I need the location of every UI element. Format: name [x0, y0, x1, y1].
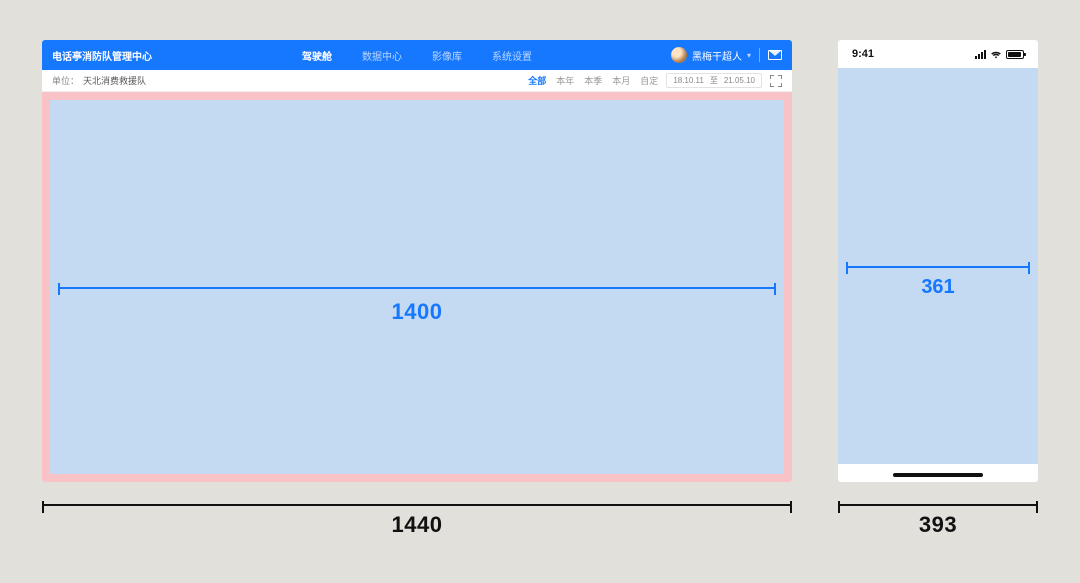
mobile-safe-area: 361: [838, 68, 1038, 464]
desktop-safe-area: 1400: [50, 100, 784, 474]
mobile-frame: 9:41 361: [838, 40, 1038, 482]
status-bar: 9:41: [838, 40, 1038, 68]
desktop-spec: 电话亭消防队管理中心 驾驶舱 数据中心 影像库 系统设置 黑梅干超人 ▾ 单位：…: [42, 40, 792, 538]
nav-dashboard[interactable]: 驾驶舱: [302, 48, 332, 63]
date-range-picker[interactable]: 18.10.11 至 21.05.10: [666, 73, 762, 88]
app-title: 电话亭消防队管理中心: [52, 48, 152, 63]
desktop-frame: 电话亭消防队管理中心 驾驶舱 数据中心 影像库 系统设置 黑梅干超人 ▾ 单位：…: [42, 40, 792, 482]
date-end: 21.05.10: [724, 76, 755, 85]
filter-bar: 单位： 天北消费救援队 全部 本年 本季 本月 自定 18.10.11 至 21…: [42, 70, 792, 92]
avatar-icon: [671, 47, 687, 63]
user-name: 黑梅干超人: [692, 48, 742, 63]
mail-icon[interactable]: [768, 50, 782, 60]
home-indicator: [893, 473, 983, 477]
tab-all[interactable]: 全部: [528, 74, 546, 87]
inner-width-indicator: [58, 287, 776, 289]
cellular-icon: [975, 50, 986, 59]
tab-quarter[interactable]: 本季: [584, 74, 602, 87]
nav-settings[interactable]: 系统设置: [492, 48, 532, 63]
battery-icon: [1006, 50, 1024, 59]
mobile-outer-dimension: [838, 500, 1038, 510]
status-time: 9:41: [852, 48, 874, 60]
divider: [759, 48, 760, 62]
tab-month[interactable]: 本月: [612, 74, 630, 87]
dimension-line: [838, 504, 1038, 506]
nav-gallery[interactable]: 影像库: [432, 48, 462, 63]
chevron-down-icon: ▾: [747, 51, 751, 60]
inner-width-label: 361: [921, 276, 954, 299]
fullscreen-icon[interactable]: [770, 75, 782, 87]
desktop-canvas-margin: 1400: [42, 92, 792, 482]
date-separator: 至: [710, 75, 718, 86]
wifi-icon: [990, 50, 1002, 59]
unit-label: 单位：: [52, 74, 79, 87]
tab-custom[interactable]: 自定: [640, 74, 658, 87]
dimension-line: [42, 504, 792, 506]
inner-width-label: 1400: [392, 299, 443, 325]
desktop-outer-width-label: 1440: [42, 512, 792, 538]
date-start: 18.10.11: [673, 76, 704, 85]
app-header: 电话亭消防队管理中心 驾驶舱 数据中心 影像库 系统设置 黑梅干超人 ▾: [42, 40, 792, 70]
inner-width-indicator: [846, 266, 1030, 268]
mobile-spec: 9:41 361 393: [838, 40, 1038, 538]
unit-value: 天北消费救援队: [83, 74, 146, 87]
mobile-outer-width-label: 393: [838, 512, 1038, 538]
range-tabs: 全部 本年 本季 本月 自定: [528, 74, 658, 87]
nav-data-center[interactable]: 数据中心: [362, 48, 402, 63]
desktop-outer-dimension: [42, 500, 792, 510]
primary-nav: 驾驶舱 数据中心 影像库 系统设置: [302, 48, 532, 63]
user-menu[interactable]: 黑梅干超人 ▾: [671, 47, 751, 63]
tab-year[interactable]: 本年: [556, 74, 574, 87]
